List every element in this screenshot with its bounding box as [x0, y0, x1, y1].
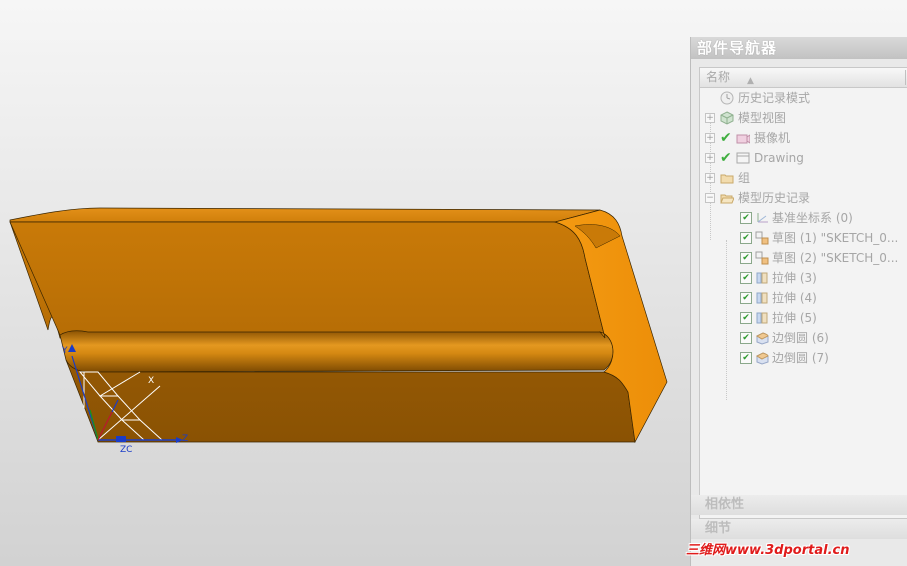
- drawing-icon: [736, 151, 750, 165]
- feature-checkbox[interactable]: ✔: [740, 332, 752, 344]
- feature-checkbox[interactable]: ✔: [740, 272, 752, 284]
- dependencies-section[interactable]: 相依性: [691, 495, 907, 515]
- tree-item-history-mode[interactable]: 历史记录模式: [700, 88, 907, 108]
- visible-check-icon[interactable]: ✔: [720, 148, 732, 168]
- extrude-icon: [755, 291, 769, 305]
- tree-item-datum-csys[interactable]: ✔ 基准坐标系 (0): [700, 208, 907, 228]
- tree-item-edge-blend-7[interactable]: ✔ 边倒圆 (7): [700, 348, 907, 368]
- collapse-minus-icon[interactable]: −: [705, 193, 715, 203]
- tree-item-label: 拉伸 (3): [772, 271, 817, 285]
- part-model[interactable]: X Y Z ZC: [0, 0, 690, 566]
- feature-checkbox[interactable]: ✔: [740, 252, 752, 264]
- tree-item-label: 模型历史记录: [738, 191, 811, 205]
- feature-checkbox[interactable]: ✔: [740, 292, 752, 304]
- column-header-label: 名称: [706, 70, 731, 84]
- expand-plus-icon[interactable]: +: [705, 173, 715, 183]
- folder-open-icon: [720, 191, 735, 205]
- tree-item-groups[interactable]: + 组: [700, 168, 907, 188]
- tree-item-label: Drawing: [754, 151, 804, 165]
- bead-molding: [59, 330, 614, 373]
- details-section[interactable]: 细节: [691, 519, 907, 539]
- navigator-tree[interactable]: 名称 ▲ 历史记录模式 + 模型视图 + ✔ 摄像机 + ✔ Drawing +…: [699, 67, 907, 519]
- axis-x-label: X: [148, 376, 154, 386]
- camera-icon: [736, 131, 751, 145]
- tree-item-extrude-5[interactable]: ✔ 拉伸 (5): [700, 308, 907, 328]
- tree-item-model-views[interactable]: + 模型视图: [700, 108, 907, 128]
- sketch-icon: [755, 251, 769, 265]
- visible-check-icon[interactable]: ✔: [720, 128, 732, 148]
- site-watermark: 三维网www.3dportal.cn: [686, 543, 850, 558]
- feature-checkbox[interactable]: ✔: [740, 232, 752, 244]
- navigator-title: 部件导航器: [691, 37, 907, 59]
- sketch-icon: [755, 231, 769, 245]
- tree-item-model-history[interactable]: − 模型历史记录: [700, 188, 907, 208]
- tree-item-drawing[interactable]: + ✔ Drawing: [700, 148, 907, 168]
- extrude-icon: [755, 311, 769, 325]
- tree-item-label: 边倒圆 (6): [772, 331, 829, 345]
- expand-plus-icon[interactable]: +: [705, 113, 715, 123]
- tree-item-label: 历史记录模式: [738, 91, 811, 105]
- tree-item-label: 基准坐标系 (0): [772, 211, 853, 225]
- edge-blend-icon: [755, 331, 769, 345]
- top-strip-face: [9, 207, 601, 223]
- column-header-name[interactable]: 名称 ▲: [700, 68, 907, 88]
- tree-item-label: 模型视图: [738, 111, 787, 125]
- tree-item-label: 草图 (1) "SKETCH_0...: [772, 231, 899, 245]
- column-divider[interactable]: [905, 70, 906, 85]
- tree-item-extrude-4[interactable]: ✔ 拉伸 (4): [700, 288, 907, 308]
- tree-item-label: 边倒圆 (7): [772, 351, 829, 365]
- model-view-icon: [720, 111, 734, 125]
- tree-item-label: 拉伸 (5): [772, 311, 817, 325]
- upper-face-fill: [9, 221, 606, 339]
- extrude-icon: [755, 271, 769, 285]
- axis-z-label: Z: [182, 434, 188, 444]
- datum-csys-icon: [755, 211, 769, 225]
- feature-checkbox[interactable]: ✔: [740, 312, 752, 324]
- tree-item-label: 草图 (2) "SKETCH_0...: [772, 251, 899, 265]
- feature-checkbox[interactable]: ✔: [740, 352, 752, 364]
- tree-item-label: 组: [738, 171, 751, 185]
- tree-item-label: 摄像机: [754, 131, 791, 145]
- axis-zc-label: ZC: [120, 445, 132, 455]
- folder-icon: [720, 171, 734, 185]
- tree-item-sketch-2[interactable]: ✔ 草图 (2) "SKETCH_0...: [700, 248, 907, 268]
- part-navigator-panel: 部件导航器 名称 ▲ 历史记录模式 + 模型视图 + ✔ 摄像机 + ✔ Dra…: [690, 37, 907, 566]
- expand-plus-icon[interactable]: +: [705, 153, 715, 163]
- edge-blend-icon: [755, 351, 769, 365]
- clock-icon: [720, 91, 734, 105]
- tree-item-label: 拉伸 (4): [772, 291, 817, 305]
- expand-plus-icon[interactable]: +: [705, 133, 715, 143]
- feature-checkbox[interactable]: ✔: [740, 212, 752, 224]
- tree-item-edge-blend-6[interactable]: ✔ 边倒圆 (6): [700, 328, 907, 348]
- axis-y-label: Y: [61, 346, 68, 356]
- tree-item-sketch-1[interactable]: ✔ 草图 (1) "SKETCH_0...: [700, 228, 907, 248]
- tree-item-cameras[interactable]: + ✔ 摄像机: [700, 128, 907, 148]
- tree-item-extrude-3[interactable]: ✔ 拉伸 (3): [700, 268, 907, 288]
